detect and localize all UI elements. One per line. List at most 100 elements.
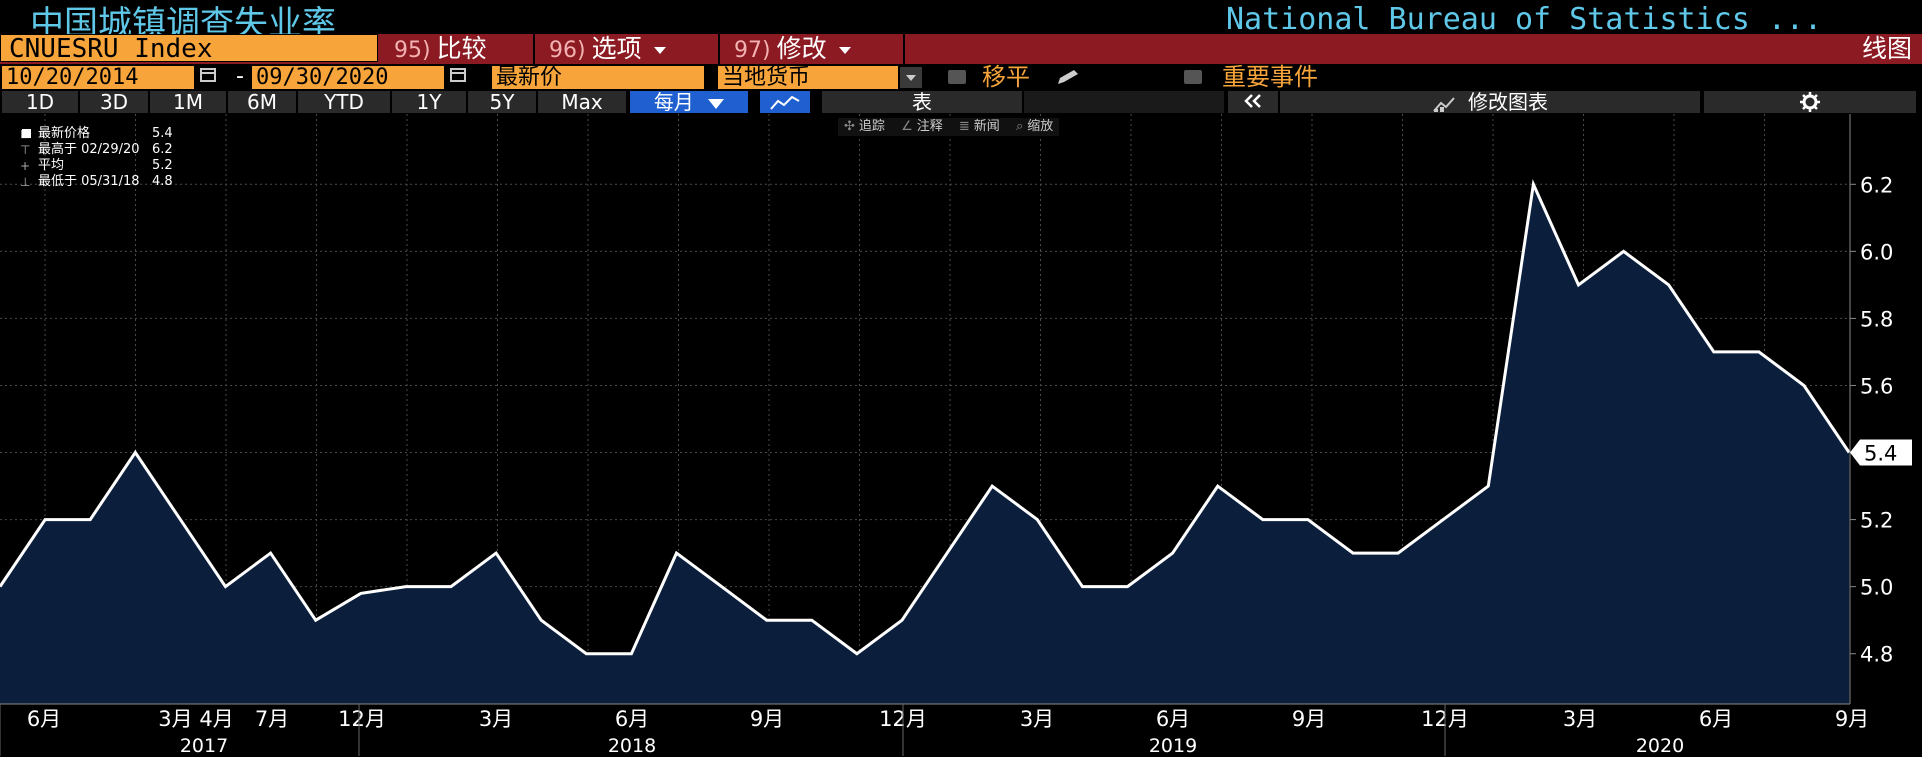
news-label: 新闻 bbox=[973, 119, 1000, 134]
news-tool[interactable]: ≣ 新闻 bbox=[953, 118, 1006, 136]
period-ytd-button[interactable]: YTD bbox=[298, 91, 390, 113]
frequency-select[interactable]: 每月 bbox=[630, 91, 748, 113]
gear-icon bbox=[1800, 92, 1820, 112]
y-tick-label: 5.0 bbox=[1860, 576, 1893, 600]
period-1m-button[interactable]: 1M bbox=[150, 91, 226, 113]
zoom-label: 缩放 bbox=[1027, 119, 1054, 134]
frequency-chevron-down-icon bbox=[708, 98, 725, 109]
range-bar: 10/20/2014 - 09/30/2020 最新价 当地货币 移平 重要事件 bbox=[0, 64, 1922, 90]
y-axis: 4.85.05.25.45.65.86.06.2 bbox=[1849, 114, 1893, 704]
period-1y-button[interactable]: 1Y bbox=[392, 91, 466, 113]
pencil-icon[interactable] bbox=[1054, 68, 1084, 86]
period-5y-button[interactable]: 5Y bbox=[468, 91, 536, 113]
x-year-label: 2018 bbox=[608, 735, 656, 757]
period-1d-button[interactable]: 1D bbox=[2, 91, 78, 113]
legend-avg-value: 5.2 bbox=[152, 158, 173, 173]
chart-tools: ✣ 追踪 ∠ 注释 ≣ 新闻 ⌕ 缩放 bbox=[838, 118, 1060, 136]
y-tick-label: 6.0 bbox=[1860, 240, 1893, 264]
line-chart-toggle[interactable] bbox=[760, 91, 810, 113]
unemployment-chart[interactable]: 4.8 5.0 5.2 5.4 5.6 5.8 6.0 6.2 6月 3月 4月 7月 12月 3月 6… bbox=[0, 114, 1922, 757]
x-month-label: 3月 bbox=[1563, 707, 1597, 731]
end-date-field[interactable]: 09/30/2020 bbox=[252, 66, 444, 89]
calendar-icon[interactable] bbox=[450, 68, 466, 82]
legend-low-label: 最低于 05/31/18 bbox=[38, 174, 140, 189]
y-tick-label: 6.2 bbox=[1860, 173, 1893, 197]
annotate-label: 注释 bbox=[916, 119, 943, 134]
x-month-label: 3月 4月 bbox=[158, 707, 233, 731]
annotate-icon: ∠ bbox=[901, 119, 913, 134]
blank-field bbox=[1024, 91, 1224, 113]
area-fill bbox=[0, 184, 1850, 705]
y-tick-label: 5.8 bbox=[1860, 307, 1893, 331]
track-label: 追踪 bbox=[858, 119, 885, 134]
x-month-label: 12月 bbox=[338, 707, 386, 731]
legend-avg-label: 平均 bbox=[38, 158, 65, 173]
chart-type-label[interactable]: 线图 bbox=[1862, 34, 1912, 64]
zoom-icon: ⌕ bbox=[1015, 119, 1024, 134]
currency-dropdown-icon[interactable] bbox=[900, 67, 922, 88]
crosshair-icon: ✣ bbox=[844, 119, 855, 134]
modify-chevron-down-icon bbox=[838, 46, 851, 54]
x-month-label: 7月 bbox=[255, 707, 289, 731]
legend-high-value: 6.2 bbox=[152, 142, 173, 157]
x-month-label: 9月 bbox=[1835, 707, 1869, 731]
x-axis: 6月 3月 4月 7月 12月 3月 6月 9月 12月 3月 6月 9月 12月 3月 6月 9月2017… bbox=[0, 703, 1869, 757]
period-bar: 1D 3D 1M 6M YTD 1Y 5Y Max 每月 表 修改图表 bbox=[0, 90, 1922, 114]
period-6m-button[interactable]: 6M bbox=[228, 91, 296, 113]
settings-button[interactable] bbox=[1704, 91, 1916, 113]
track-tool[interactable]: ✣ 追踪 bbox=[838, 118, 891, 136]
options-label: 选项 bbox=[591, 34, 642, 63]
compare-shortcut: 95) bbox=[394, 38, 431, 63]
low-marker-icon: ⊥ bbox=[20, 175, 31, 189]
events-label: 重要事件 bbox=[1222, 63, 1318, 91]
annotate-tool[interactable]: ∠ 注释 bbox=[895, 118, 949, 136]
events-checkbox[interactable] bbox=[1184, 70, 1202, 84]
period-3d-button[interactable]: 3D bbox=[80, 91, 148, 113]
last-value-tag: 5.4 bbox=[1850, 439, 1912, 466]
compare-label: 比较 bbox=[436, 34, 487, 63]
options-chevron-down-icon bbox=[653, 46, 666, 54]
last-value-text: 5.4 bbox=[1864, 442, 1897, 466]
period-max-button[interactable]: Max bbox=[538, 91, 626, 113]
command-bar: CNUESRU Index 95) 比较 96) 选项 97) 修改 线图 bbox=[0, 34, 1922, 64]
options-button[interactable]: 96) 选项 bbox=[535, 34, 720, 64]
collapse-double-chevron-icon[interactable] bbox=[1228, 91, 1278, 113]
shift-checkbox[interactable] bbox=[948, 70, 966, 84]
currency-select[interactable]: 当地货币 bbox=[718, 66, 898, 89]
high-marker-icon: ⊤ bbox=[20, 143, 31, 157]
legend-high-label: 最高于 02/29/20 bbox=[38, 142, 140, 157]
start-date-field[interactable]: 10/20/2014 bbox=[2, 66, 194, 89]
calendar-icon[interactable] bbox=[200, 68, 216, 82]
shift-label: 移平 bbox=[982, 63, 1030, 91]
y-tick-label: 5.6 bbox=[1860, 374, 1893, 398]
legend-last-value: 5.4 bbox=[152, 126, 173, 141]
edit-chart-button[interactable]: 修改图表 bbox=[1280, 91, 1700, 113]
title-bar: 中国城镇调查失业率 National Bureau of Statistics … bbox=[0, 0, 1922, 44]
frequency-label: 每月 bbox=[653, 90, 694, 114]
x-month-label: 9月 bbox=[1292, 707, 1326, 731]
date-range-dash: - bbox=[236, 64, 244, 89]
x-month-label: 6月 bbox=[1156, 707, 1190, 731]
modify-shortcut: 97) bbox=[734, 38, 771, 63]
average-marker-icon: + bbox=[20, 159, 31, 173]
price-type-select[interactable]: 最新价 bbox=[492, 66, 704, 89]
modify-button[interactable]: 97) 修改 bbox=[720, 34, 905, 64]
x-year-label: 2019 bbox=[1149, 735, 1197, 757]
legend-last-label: 最新价格 bbox=[38, 126, 91, 141]
compare-button[interactable]: 95) 比较 bbox=[380, 34, 535, 64]
table-button[interactable]: 表 bbox=[822, 91, 1022, 113]
options-shortcut: 96) bbox=[549, 38, 586, 63]
x-month-label: 9月 bbox=[750, 707, 784, 731]
line-chart-icon bbox=[770, 95, 800, 110]
x-year-label: 2017 bbox=[180, 735, 228, 757]
x-month-label: 3月 bbox=[479, 707, 513, 731]
x-month-label: 6月 bbox=[27, 707, 61, 731]
edit-chart-label: 修改图表 bbox=[1468, 90, 1548, 114]
legend-low-value: 4.8 bbox=[152, 174, 173, 189]
legend-swatch bbox=[22, 129, 31, 138]
y-tick-label: 4.8 bbox=[1860, 643, 1893, 667]
ticker-input[interactable]: CNUESRU Index bbox=[0, 34, 378, 63]
zoom-tool[interactable]: ⌕ 缩放 bbox=[1010, 118, 1059, 136]
y-tick-label: 5.2 bbox=[1860, 509, 1893, 533]
x-month-label: 6月 bbox=[615, 707, 649, 731]
